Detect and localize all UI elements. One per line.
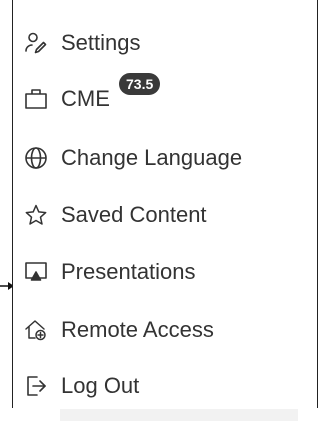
menu-item-cme[interactable]: CME 73.5 [13,73,317,119]
menu-item-settings[interactable]: Settings [13,23,317,63]
menu-item-label: Log Out [61,373,140,398]
remote-home-icon [23,317,49,343]
menu-item-remote-access[interactable]: Remote Access [13,310,317,350]
menu-item-label: Saved Content [61,202,207,227]
menu-item-label: Change Language [61,145,243,170]
menu-item-presentations[interactable]: Presentations [13,252,317,292]
presentation-icon [23,259,49,285]
briefcase-icon [23,86,49,112]
menu-item-label: Presentations [61,259,196,284]
menu-item-label: Remote Access [61,317,214,342]
menu-item-change-language[interactable]: Change Language [13,138,317,178]
globe-icon [23,145,49,171]
account-dropdown-menu: Settings CME 73.5 Change Language Saved … [12,0,318,408]
menu-item-saved-content[interactable]: Saved Content [13,195,317,235]
cme-credits-badge: 73.5 [119,73,161,95]
star-icon [23,202,49,228]
menu-item-label: CME [61,86,110,111]
user-settings-icon [23,30,49,56]
menu-item-label: Settings [61,30,141,55]
background-strip [60,409,298,421]
screen: Settings CME 73.5 Change Language Saved … [0,0,329,421]
menu-item-log-out[interactable]: Log Out [13,366,317,406]
logout-icon [23,373,49,399]
